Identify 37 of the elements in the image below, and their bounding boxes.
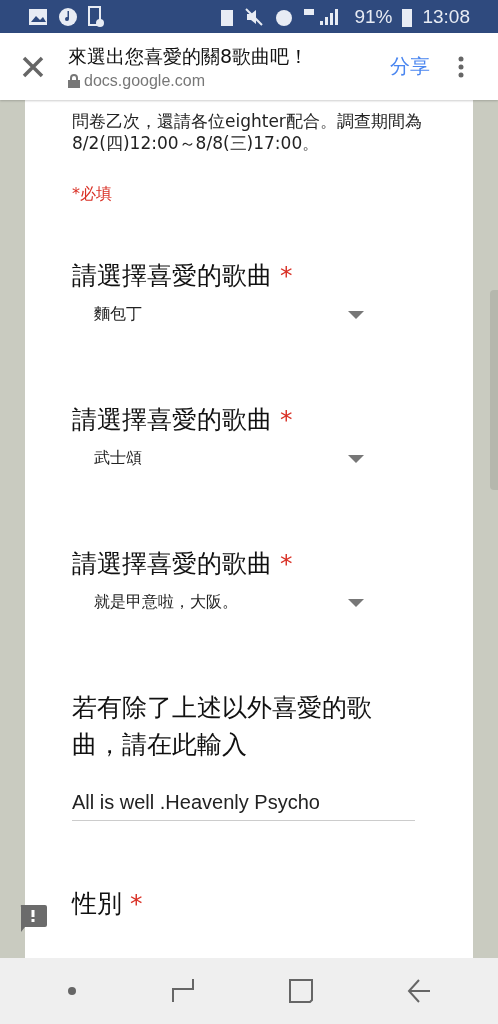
required-mark: * (280, 404, 293, 436)
more-icon[interactable] (458, 55, 464, 78)
form-description: 8/2(四)12:00～8/8(三)17:00。 (72, 132, 321, 154)
question-title: 若有除了上述以外喜愛的歌曲，請在此輸入 (72, 692, 373, 761)
back-icon[interactable] (407, 979, 431, 1003)
question-title: 性別 (72, 888, 122, 920)
feedback-icon[interactable] (19, 905, 47, 933)
required-mark: * (280, 548, 293, 580)
answer-field[interactable]: All is well .Heavenly Psycho (72, 791, 415, 821)
dropdown-arrow-icon (348, 454, 364, 463)
share-button[interactable]: 分享 (382, 53, 438, 80)
song-dropdown[interactable]: 就是甲意啦，大阪。 (72, 592, 364, 613)
close-icon[interactable] (22, 55, 44, 78)
dot-icon[interactable] (67, 986, 77, 996)
music-icon (58, 6, 78, 27)
mute-icon (244, 6, 265, 27)
form-description: 問卷乙次，還請各位eighter配合。調查期間為 (72, 110, 423, 132)
question-title: 請選擇喜愛的歌曲 (72, 260, 272, 292)
required-mark: * (280, 260, 293, 292)
battery-icon (402, 6, 413, 27)
dropdown-arrow-icon (348, 598, 364, 607)
recent-apps-icon[interactable] (171, 978, 195, 1004)
screenshot-icon (88, 5, 104, 28)
question-title: 請選擇喜愛的歌曲 (72, 404, 272, 436)
clock: 13:08 (422, 5, 470, 28)
required-note: *必填 (72, 184, 113, 205)
song-dropdown[interactable]: 武士頌 (72, 448, 364, 469)
song-dropdown[interactable]: 麵包丁 (72, 304, 364, 325)
page-url: docs.google.com (84, 71, 205, 90)
lock-icon (68, 73, 80, 88)
page-title: 來選出您喜愛的關8歌曲吧！ (68, 43, 310, 69)
question-title: 請選擇喜愛的歌曲 (72, 548, 272, 580)
required-mark: * (130, 888, 143, 920)
image-icon (28, 7, 48, 26)
home-icon[interactable] (289, 979, 313, 1003)
battery-percent: 91% (354, 5, 393, 28)
dropdown-arrow-icon (348, 310, 364, 319)
